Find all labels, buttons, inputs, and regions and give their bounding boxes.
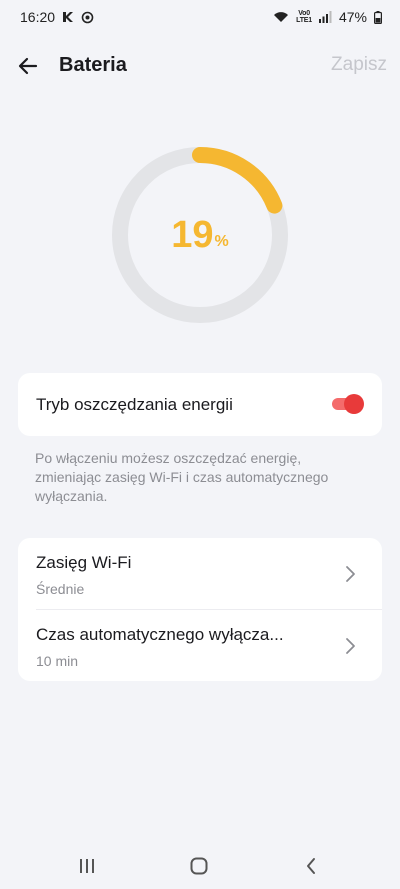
back-button[interactable] (14, 52, 42, 80)
settings-card: Zasięg Wi-Fi Średnie Czas automatycznego… (18, 538, 382, 681)
wifi-icon (273, 11, 289, 23)
nav-back-button[interactable] (291, 853, 331, 879)
setting-value: Średnie (36, 581, 85, 597)
gauge-number: 19 (171, 213, 214, 256)
battery-percent: 47% (338, 9, 367, 25)
home-icon (190, 857, 208, 875)
nav-home-button[interactable] (179, 853, 219, 879)
save-button[interactable]: Zapisz (331, 54, 387, 76)
battery-icon (374, 10, 382, 24)
network-type-label: Vo0 LTE1 (296, 10, 312, 24)
power-saving-card: Tryb oszczędzania energii (18, 373, 382, 436)
status-bar: 16:20 Vo0 LTE1 47% (0, 0, 400, 34)
notification-app-icon (62, 11, 74, 23)
recents-icon (80, 859, 94, 873)
nav-recents-button[interactable] (67, 853, 107, 879)
setting-row-wifi-range[interactable]: Zasięg Wi-Fi Średnie (18, 538, 382, 609)
navigation-bar (0, 843, 400, 889)
setting-title: Czas automatycznego wyłącza... (36, 625, 284, 644)
toggle-thumb (344, 394, 364, 414)
setting-title: Zasięg Wi-Fi (36, 553, 132, 572)
gauge-unit: % (214, 233, 229, 250)
app-header: Bateria Zapisz (0, 40, 400, 92)
chevron-right-icon (346, 566, 355, 582)
lte-label: LTE1 (296, 17, 312, 24)
power-saving-description: Po włączeniu możesz oszczędzać energię, … (35, 450, 329, 504)
signal-icon (318, 11, 332, 23)
status-left: 16:20 (20, 9, 94, 25)
gauge-value: 19 % (110, 145, 290, 325)
power-saving-toggle[interactable] (332, 394, 364, 414)
status-right: Vo0 LTE1 47% (273, 9, 382, 25)
arrow-left-icon (18, 57, 38, 75)
status-time: 16:20 (20, 9, 56, 25)
setting-row-auto-off[interactable]: Czas automatycznego wyłącza... 10 min (18, 610, 382, 681)
volte-label: Vo0 (298, 10, 310, 17)
setting-value: 10 min (36, 653, 79, 669)
page-title: Bateria (59, 54, 127, 76)
power-saving-label: Tryb oszczędzania energii (36, 395, 233, 414)
battery-gauge: 19 % (110, 145, 290, 325)
sync-icon (81, 11, 94, 24)
chevron-right-icon (346, 638, 355, 654)
back-icon (307, 858, 315, 874)
